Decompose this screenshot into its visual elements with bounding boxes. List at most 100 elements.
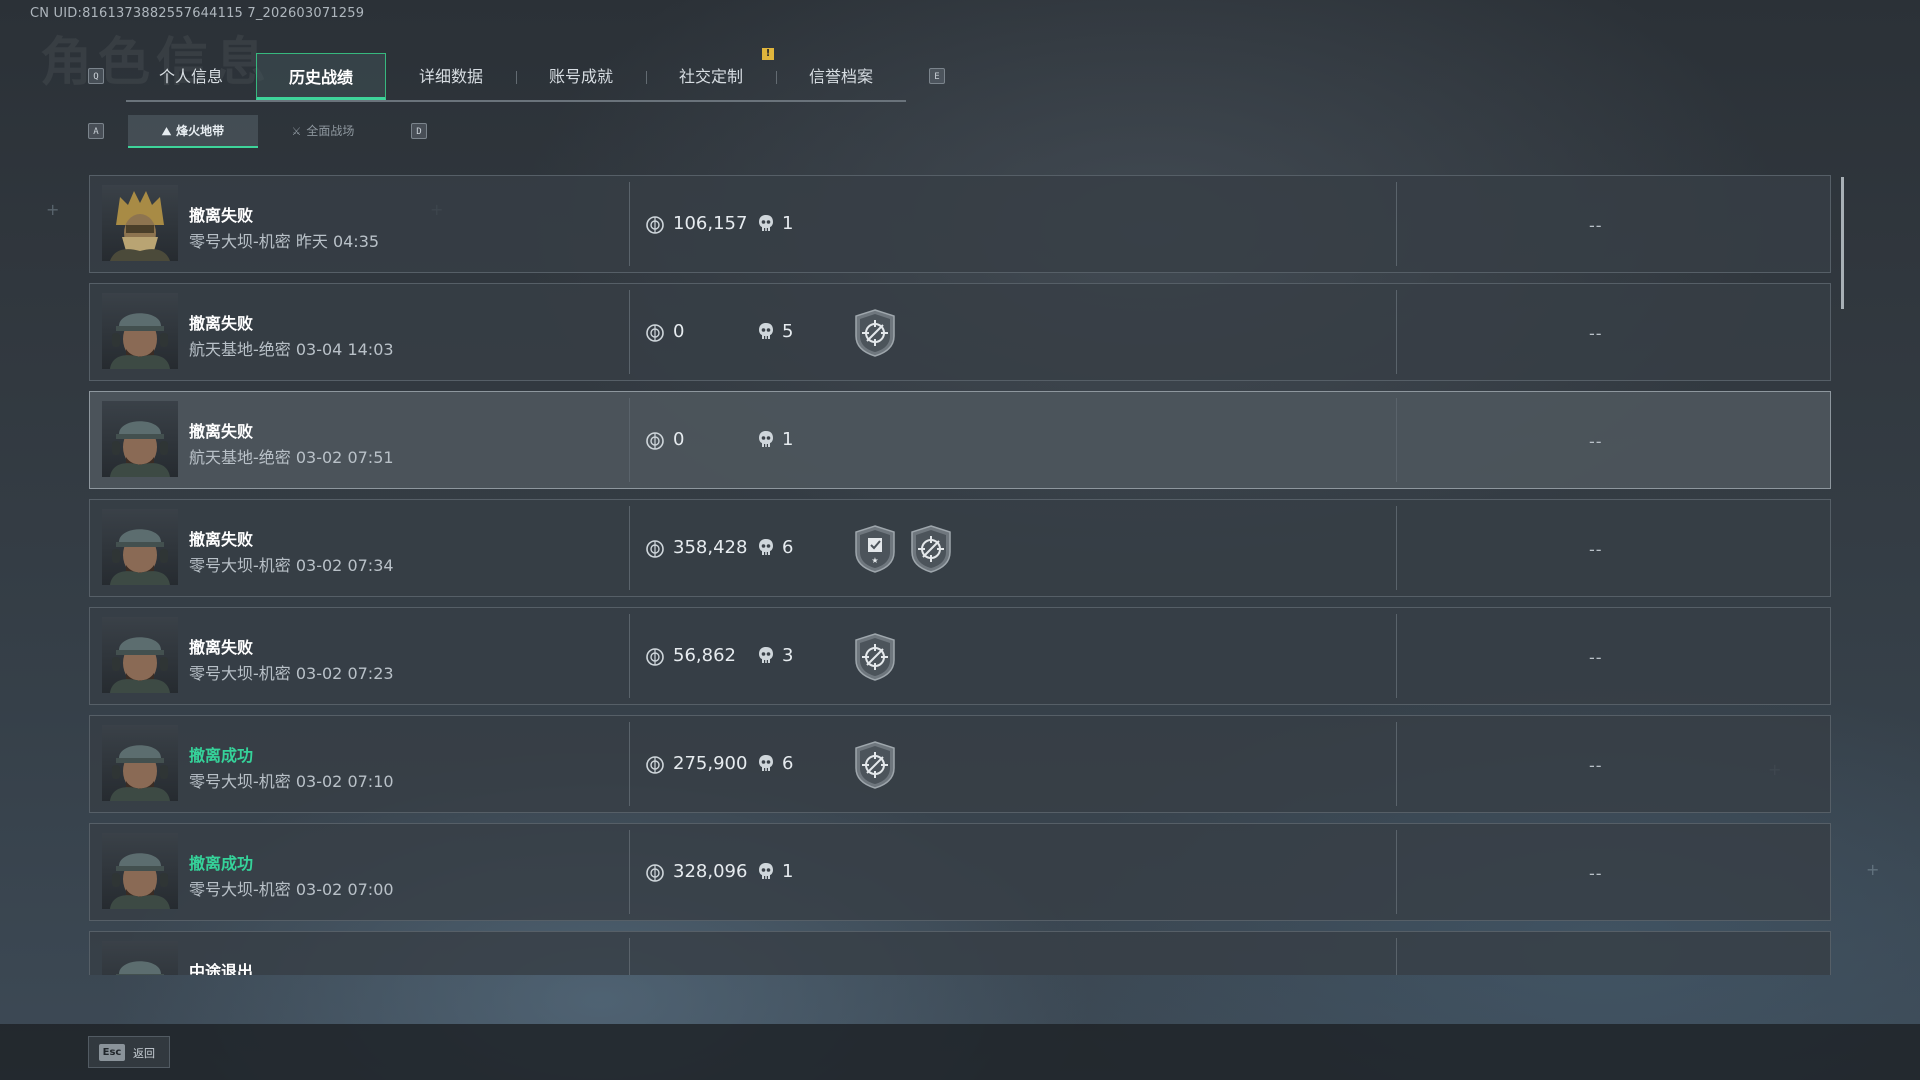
kill-count: 1 [782, 213, 794, 234]
column-divider [629, 506, 630, 590]
tab-social-customization[interactable]: 社交定制 [646, 53, 776, 100]
esc-key: Esc [99, 1044, 125, 1061]
operator-avatar [102, 185, 178, 261]
extra-info: -- [1589, 540, 1603, 559]
operator-avatar [102, 509, 178, 585]
column-divider [1396, 182, 1397, 266]
tab-prev-key[interactable]: Q [88, 68, 104, 84]
map-and-time: 零号大坝-机密 03-02 07:34 [189, 556, 394, 575]
subtab-label: 全面战场 [306, 124, 355, 138]
subtab-prev-key[interactable]: A [88, 123, 104, 139]
column-divider [1396, 506, 1397, 590]
tab-personal-info[interactable]: 个人信息 [126, 53, 256, 100]
extra-info: -- [1589, 216, 1603, 235]
crosshair-badge-icon[interactable] [853, 308, 897, 358]
extra-info: -- [1589, 432, 1603, 451]
tab-match-history[interactable]: 历史战绩 [256, 53, 386, 100]
kill-count: 3 [782, 645, 794, 666]
match-row[interactable]: 撤离失败航天基地-绝密 03-04 14:03 0 5 -- [89, 283, 1831, 381]
match-row[interactable]: 撤离失败零号大坝-机密 昨天 04:35 106,157 1 -- [89, 175, 1831, 273]
notice-badge: ! [762, 48, 774, 60]
extra-info: -- [1589, 648, 1603, 667]
extra-info: -- [1589, 756, 1603, 775]
extra-info: -- [1589, 864, 1603, 883]
kill-count: 6 [782, 753, 794, 774]
value-coin-icon [646, 324, 664, 342]
list-scrollbar[interactable] [1841, 177, 1844, 309]
tab-achievements[interactable]: 账号成就 [516, 53, 646, 100]
extraction-status: 撤离成功 [189, 746, 254, 765]
crosshair-badge-icon[interactable] [909, 524, 953, 574]
kill-count: 1 [782, 861, 794, 882]
value-coin-icon [646, 756, 664, 774]
column-divider [629, 614, 630, 698]
uid-label: CN UID:8161373882557644115 7_20260307125… [30, 6, 365, 21]
extracted-value: 328,096 [673, 861, 748, 882]
extracted-value: 275,900 [673, 753, 748, 774]
subtab-full-battlefield[interactable]: ⚔ 全面战场 [258, 115, 388, 148]
operator-avatar [102, 725, 178, 801]
bottom-bar [0, 1024, 1920, 1080]
extraction-status: 撤离失败 [189, 206, 254, 225]
operator-avatar [102, 941, 178, 975]
column-divider [1396, 938, 1397, 975]
kill-count: 6 [782, 537, 794, 558]
crosshair-badge-icon[interactable] [853, 740, 897, 790]
match-history-list: 撤离失败 零号大坝-机密 昨天 04:35 106,157 1 -- 撤离失败 航天基地-绝… [89, 175, 1831, 975]
main-tabs: 个人信息 历史战绩 详细数据 账号成就 社交定制 信誉档案 [126, 53, 906, 102]
match-row[interactable]: 中途退出 [89, 931, 1831, 975]
map-and-time: 零号大坝-机密 03-02 07:00 [189, 880, 394, 899]
column-divider [629, 938, 630, 975]
operator-avatar [102, 617, 178, 693]
map-and-time: 航天基地-绝密 03-02 07:51 [189, 448, 394, 467]
back-button[interactable]: Esc 返回 [88, 1036, 170, 1068]
extraction-status: 撤离失败 [189, 530, 254, 549]
operator-avatar [102, 401, 178, 477]
operator-avatar [102, 293, 178, 369]
match-row[interactable]: 撤离成功 零号大坝-机密 03-02 07:00 328,096 1 -- [89, 823, 1831, 921]
mountain-icon: ⛰ [161, 125, 172, 138]
skull-icon [758, 754, 774, 774]
extracted-value: 106,157 [673, 213, 748, 234]
kill-count: 5 [782, 321, 794, 342]
map-and-time: 零号大坝-机密 昨天 04:35 [189, 232, 380, 251]
extraction-status: 中途退出 [189, 962, 254, 975]
value-coin-icon [646, 648, 664, 666]
skull-icon [758, 646, 774, 666]
column-divider [1396, 830, 1397, 914]
subtab-label: 烽火地带 [176, 124, 225, 138]
skull-icon [758, 538, 774, 558]
column-divider [1396, 290, 1397, 374]
extraction-status: 撤离失败 [189, 314, 254, 333]
subtab-hazard-zone[interactable]: ⛰ 烽火地带 [128, 115, 258, 148]
map-and-time: 零号大坝-机密 03-02 07:23 [189, 664, 394, 683]
crosshair-decor-icon: + [46, 200, 60, 219]
column-divider [629, 290, 630, 374]
value-coin-icon [646, 864, 664, 882]
match-row[interactable]: 撤离失败 零号大坝-机密 03-02 07:34 358,428 6 ★ -- [89, 499, 1831, 597]
column-divider [629, 182, 630, 266]
match-row[interactable]: 撤离成功 零号大坝-机密 03-02 07:10 275,900 6 -- [89, 715, 1831, 813]
extracted-value: 0 [673, 321, 685, 342]
crossed-swords-icon: ⚔ [291, 125, 302, 138]
tab-detailed-data[interactable]: 详细数据 [386, 53, 516, 100]
back-label: 返回 [133, 1047, 155, 1060]
tab-next-key[interactable]: E [929, 68, 945, 84]
skull-icon [758, 862, 774, 882]
svg-text:★: ★ [871, 556, 878, 565]
subtab-next-key[interactable]: D [411, 123, 427, 139]
skull-icon [758, 430, 774, 450]
column-divider [1396, 614, 1397, 698]
match-row[interactable]: 撤离失败 零号大坝-机密 03-02 07:23 56,862 3 -- [89, 607, 1831, 705]
column-divider [629, 398, 630, 482]
skull-icon [758, 322, 774, 342]
shield-check-badge-icon[interactable]: ★ [853, 524, 897, 574]
tab-credit-profile[interactable]: 信誉档案 [776, 53, 906, 100]
mode-subtabs: ⛰ 烽火地带 ⚔ 全面战场 [128, 115, 388, 148]
map-and-time: 航天基地-绝密 03-04 14:03 [189, 340, 394, 359]
operator-avatar [102, 833, 178, 909]
column-divider [629, 830, 630, 914]
extra-info: -- [1589, 324, 1603, 343]
match-row[interactable]: 撤离失败 航天基地-绝密 03-02 07:51 0 1 -- [89, 391, 1831, 489]
crosshair-badge-icon[interactable] [853, 632, 897, 682]
